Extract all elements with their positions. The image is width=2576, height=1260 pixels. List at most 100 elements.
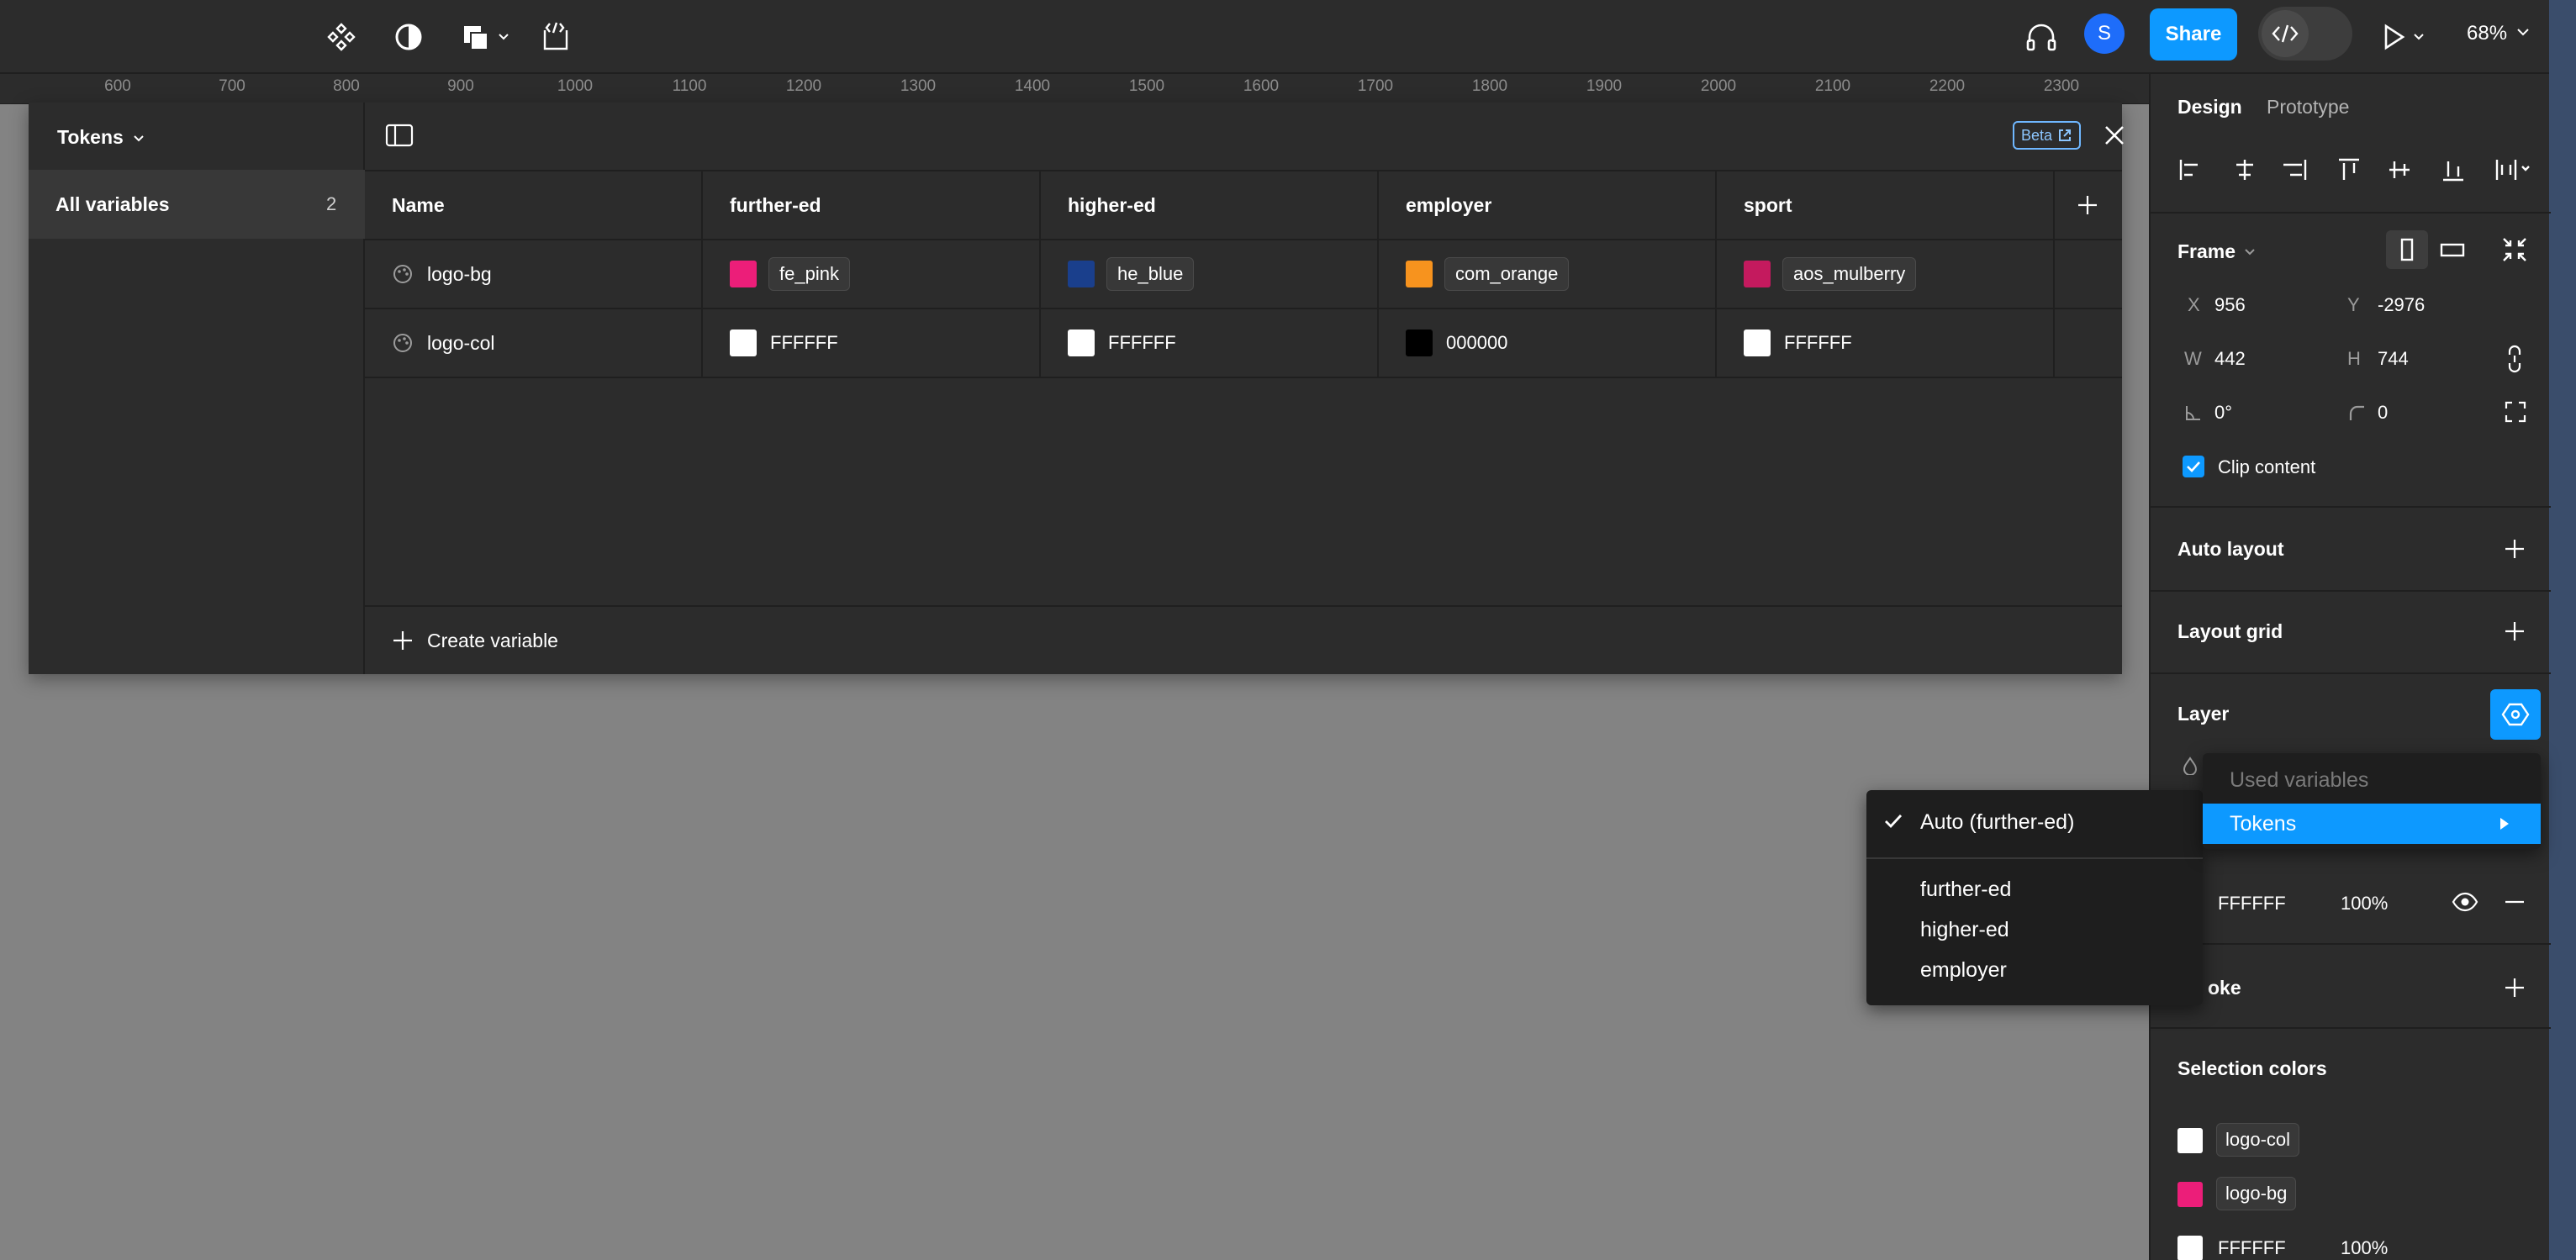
w-input[interactable]: 442 xyxy=(2214,348,2246,370)
zoom-level[interactable]: 68% xyxy=(2467,22,2507,45)
y-input[interactable]: -2976 xyxy=(2378,294,2425,316)
ruler-tick: 900 xyxy=(447,77,474,95)
layer-label: Layer xyxy=(2177,703,2230,725)
variable-value-cell[interactable]: FFFFFF xyxy=(703,309,1041,377)
color-swatch[interactable] xyxy=(1406,329,1433,356)
color-swatch[interactable] xyxy=(730,261,757,287)
eye-icon[interactable] xyxy=(2452,891,2478,913)
headphones-icon[interactable] xyxy=(2021,17,2061,57)
add-auto-layout-icon[interactable] xyxy=(2504,538,2526,560)
fill-opacity[interactable]: 100% xyxy=(2341,893,2388,915)
variable-value-cell[interactable]: com_orange xyxy=(1379,240,1717,308)
frame-label[interactable]: Frame xyxy=(2177,240,2236,263)
table-row[interactable]: logo-bg fe_pink he_blue com_orange aos_mulbe… xyxy=(365,240,2122,309)
remove-fill-icon[interactable] xyxy=(2504,891,2526,913)
color-swatch[interactable] xyxy=(1744,329,1771,356)
canvas-edge xyxy=(2549,0,2576,1260)
independent-corners-icon[interactable] xyxy=(2504,400,2527,424)
tab-design[interactable]: Design xyxy=(2177,96,2242,119)
h-label: H xyxy=(2347,348,2361,369)
menu-item-employer[interactable]: employer xyxy=(1920,958,2007,983)
modal-header: Beta xyxy=(365,103,2124,171)
selection-variable-chip[interactable]: logo-bg xyxy=(2216,1177,2297,1210)
alignment-icons[interactable] xyxy=(2177,156,2531,183)
color-swatch[interactable] xyxy=(1068,261,1095,287)
h-input[interactable]: 744 xyxy=(2378,348,2409,370)
components-icon[interactable] xyxy=(321,17,362,57)
collection-dropdown[interactable]: Tokens xyxy=(57,126,145,149)
variable-value-cell[interactable]: FFFFFF xyxy=(1041,309,1379,377)
variable-name-cell[interactable]: logo-col xyxy=(365,309,703,377)
mode-menu: Auto (further-ed) further-ed higher-ed e… xyxy=(1866,790,2203,1005)
zoom-chevron-icon[interactable] xyxy=(2515,27,2531,39)
add-stroke-icon[interactable] xyxy=(2504,977,2526,999)
ruler-tick: 700 xyxy=(219,77,245,95)
divider xyxy=(2151,1027,2551,1029)
column-header-mode[interactable]: employer xyxy=(1379,171,1717,239)
all-variables-label: All variables xyxy=(55,193,170,215)
fill-hex[interactable]: FFFFFF xyxy=(2218,893,2286,915)
column-header-mode[interactable]: higher-ed xyxy=(1041,171,1379,239)
variables-table: Beta Name further-ed higher-ed employer spor… xyxy=(365,103,2124,674)
boolean-ops-icon[interactable] xyxy=(461,17,515,57)
variable-value-cell[interactable]: fe_pink xyxy=(703,240,1041,308)
sidebar-item-all-variables[interactable]: All variables 2 xyxy=(29,170,365,239)
sidebar-toggle-icon[interactable] xyxy=(385,123,414,148)
tab-prototype[interactable]: Prototype xyxy=(2267,96,2349,119)
selection-colors-label: Selection colors xyxy=(2177,1057,2327,1079)
layout-grid-label: Layout grid xyxy=(2177,620,2283,642)
table-row[interactable]: logo-col FFFFFF FFFFFF 000000 FFFFFF xyxy=(365,309,2122,378)
variable-value-cell[interactable]: FFFFFF xyxy=(1717,309,2055,377)
apply-variable-button[interactable] xyxy=(2490,689,2541,740)
frame-chevron-icon[interactable] xyxy=(2243,247,2257,257)
hex-value: FFFFFF xyxy=(1108,332,1176,353)
constrain-proportions-icon[interactable] xyxy=(2505,345,2524,373)
dev-mode-toggle[interactable] xyxy=(2258,7,2352,61)
create-variable-button[interactable]: Create variable xyxy=(365,605,2122,674)
x-input[interactable]: 956 xyxy=(2214,294,2246,316)
add-mode-icon xyxy=(2078,196,2097,214)
rotation-input[interactable]: 0° xyxy=(2214,402,2232,424)
menu-item-further-ed[interactable]: further-ed xyxy=(1920,878,2011,902)
color-swatch[interactable] xyxy=(730,329,757,356)
clip-content-checkbox[interactable] xyxy=(2183,456,2204,477)
menu-item-auto[interactable]: Auto (further-ed) xyxy=(1920,810,2074,835)
horizontal-ruler: 600 700 800 900 1000 1100 1200 1300 1400 1500 1600… xyxy=(0,74,2149,104)
hex-value: 000000 xyxy=(1446,332,1508,353)
selection-hex[interactable]: FFFFFF xyxy=(2218,1237,2286,1259)
user-avatar[interactable]: S xyxy=(2084,13,2125,54)
selection-color-swatch[interactable] xyxy=(2177,1236,2203,1260)
dev-frame-icon[interactable] xyxy=(535,17,575,57)
present-play-icon[interactable] xyxy=(2381,17,2431,57)
variable-value-cell[interactable]: he_blue xyxy=(1041,240,1379,308)
variable-value-cell[interactable]: 000000 xyxy=(1379,309,1717,377)
table-header-row: Name further-ed higher-ed employer sport xyxy=(365,171,2122,240)
color-swatch[interactable] xyxy=(1068,329,1095,356)
add-layout-grid-icon[interactable] xyxy=(2504,620,2526,642)
selection-variable-chip[interactable]: logo-col xyxy=(2216,1123,2300,1157)
resize-to-fit-icon[interactable] xyxy=(2500,235,2529,264)
corner-radius-input[interactable]: 0 xyxy=(2378,402,2388,424)
menu-item-higher-ed[interactable]: higher-ed xyxy=(1920,918,2009,942)
ruler-tick: 1400 xyxy=(1014,77,1051,95)
variable-name: logo-bg xyxy=(427,262,492,285)
selection-color-swatch[interactable] xyxy=(2177,1182,2203,1207)
column-header-mode[interactable]: further-ed xyxy=(703,171,1041,239)
column-header-mode[interactable]: sport xyxy=(1717,171,2055,239)
collection-name: Tokens xyxy=(57,126,124,148)
add-mode-cell[interactable] xyxy=(2055,171,2122,239)
share-button[interactable]: Share xyxy=(2150,8,2237,61)
variable-name-cell[interactable]: logo-bg xyxy=(365,240,703,308)
color-swatch[interactable] xyxy=(1744,261,1771,287)
menu-item-tokens[interactable]: Tokens xyxy=(2203,804,2541,844)
selection-color-swatch[interactable] xyxy=(2177,1128,2203,1153)
beta-badge[interactable]: Beta xyxy=(2013,121,2082,150)
landscape-icon[interactable] xyxy=(2431,230,2473,269)
close-icon[interactable] xyxy=(2102,123,2127,148)
selection-opacity[interactable]: 100% xyxy=(2341,1237,2388,1259)
color-swatch[interactable] xyxy=(1406,261,1433,287)
variable-value-cell[interactable]: aos_mulberry xyxy=(1717,240,2055,308)
x-label: X xyxy=(2188,294,2200,315)
portrait-button[interactable] xyxy=(2386,230,2428,269)
contrast-icon[interactable] xyxy=(388,17,429,57)
